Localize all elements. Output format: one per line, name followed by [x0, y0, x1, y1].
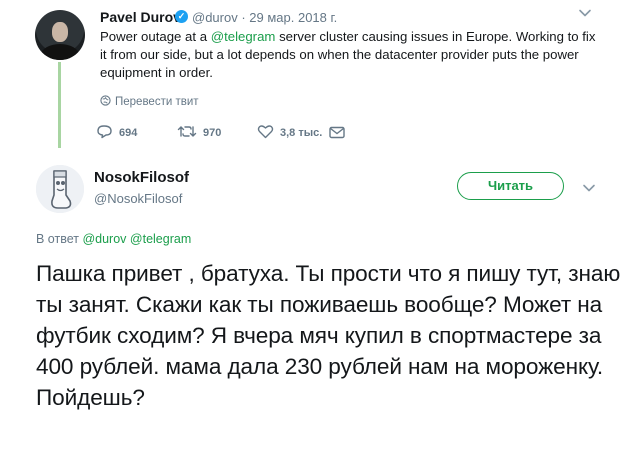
mention-link[interactable]: @telegram: [211, 29, 276, 44]
reply-icon: [97, 125, 112, 139]
retweet-action[interactable]: 970: [177, 124, 221, 139]
parent-tweet-text: Power outage at a @telegram server clust…: [100, 28, 600, 82]
retweet-count: 970: [203, 127, 222, 139]
reply-tweet-text: Пашка привет , братуха. Ты прости что я …: [36, 261, 621, 410]
reply-author-handle[interactable]: @NosokFilosof: [94, 191, 182, 206]
translate-tweet-link[interactable]: Перевести твит: [100, 95, 199, 108]
avatar-suit: [41, 44, 79, 60]
reply-action[interactable]: 694: [96, 124, 137, 139]
parent-handle[interactable]: @durov: [192, 10, 238, 25]
reply-mention-durov[interactable]: @durov: [82, 232, 126, 246]
durov-avatar[interactable]: [35, 10, 85, 60]
avatar-face: [52, 22, 68, 42]
reply-prefix: В ответ: [36, 232, 83, 246]
sock-illustration: [36, 165, 84, 213]
parent-date[interactable]: 29 мар. 2018 г.: [249, 10, 337, 25]
chevron-down-icon[interactable]: [578, 6, 592, 20]
reply-count: 694: [119, 127, 138, 139]
globe-icon: [100, 95, 111, 106]
retweet-icon: [177, 126, 197, 137]
translate-label: Перевести твит: [115, 96, 199, 108]
reply-author-name[interactable]: NosokFilosof: [94, 169, 189, 186]
chevron-down-icon[interactable]: [582, 181, 596, 195]
heart-icon: [257, 125, 274, 139]
parent-author-name[interactable]: Pavel Durov: [100, 9, 181, 25]
replying-to-line: В ответ @durov @telegram: [36, 232, 191, 246]
verified-badge-icon: ✓: [175, 10, 188, 23]
envelope-icon[interactable]: [329, 126, 346, 139]
nosokfilosof-avatar[interactable]: [36, 165, 84, 213]
follow-button[interactable]: Читать: [457, 172, 564, 200]
thread-connector-line: [58, 62, 61, 148]
parent-handle-date: @durov · 29 мар. 2018 г.: [192, 10, 337, 25]
tweet-text-part: Power outage at a: [100, 29, 211, 44]
like-action[interactable]: 3,8 тыс.: [257, 124, 346, 139]
like-count: 3,8 тыс.: [280, 127, 323, 139]
reply-mention-telegram[interactable]: @telegram: [130, 232, 191, 246]
separator: ·: [237, 10, 250, 25]
